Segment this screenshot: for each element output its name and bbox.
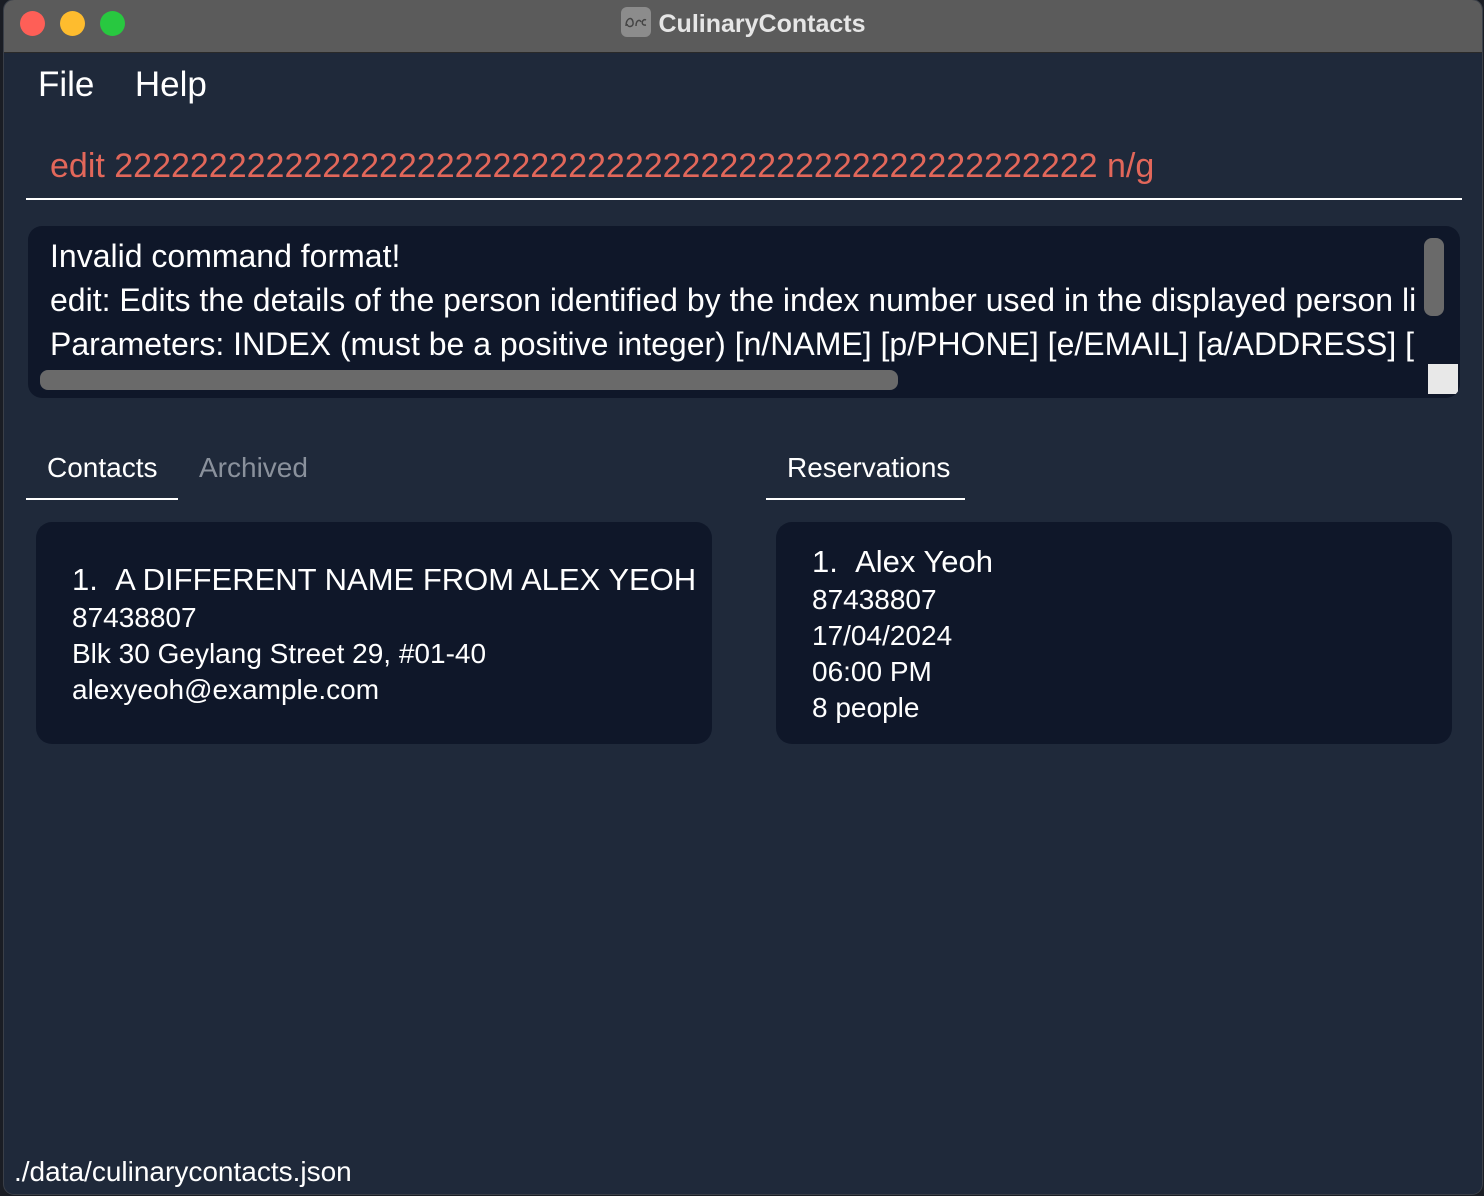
reservation-index: 1. (812, 544, 838, 579)
reservation-pax: 8 people (812, 692, 920, 723)
app-logo-icon (620, 7, 651, 38)
reservation-name: 1. Alex Yeoh (812, 544, 993, 580)
tab-contacts[interactable]: Contacts (47, 446, 158, 490)
menu-bar: File Help (38, 60, 243, 110)
tab-reservations[interactable]: Reservations (787, 446, 950, 490)
result-line-2: edit: Edits the details of the person id… (50, 282, 1417, 318)
contact-email: alexyeoh@example.com (72, 674, 380, 705)
horizontal-scrollbar[interactable] (40, 370, 898, 390)
reservation-date: 17/04/2024 (812, 620, 953, 651)
menu-help[interactable]: Help (135, 60, 207, 110)
reservation-name-text: Alex Yeoh (855, 544, 994, 579)
menu-file[interactable]: File (38, 60, 94, 110)
window-title-group: CulinaryContacts (4, 7, 1482, 40)
contact-phone: 87438807 (72, 602, 197, 633)
scrollbar-corner (1428, 364, 1458, 394)
tab-contacts-underline (26, 498, 178, 500)
command-input-text[interactable]: edit 22222222222222222222222222222222222… (50, 142, 1154, 190)
title-bar[interactable]: CulinaryContacts (4, 0, 1482, 53)
contact-name-text: A DIFFERENT NAME FROM ALEX YEOH (115, 562, 697, 597)
contact-card[interactable]: 1. A DIFFERENT NAME FROM ALEX YEOH 87438… (36, 522, 712, 744)
command-input[interactable]: edit 22222222222222222222222222222222222… (26, 138, 1462, 200)
vertical-scrollbar[interactable] (1424, 238, 1444, 316)
reservation-phone: 87438807 (812, 584, 937, 615)
result-line-3: Parameters: INDEX (must be a positive in… (50, 326, 1415, 362)
app-window: CulinaryContacts File Help edit 22222222… (4, 0, 1482, 1194)
status-bar-file-path: ./data/culinarycontacts.json (14, 1156, 352, 1187)
window-title: CulinaryContacts (658, 10, 866, 38)
contact-index: 1. (72, 562, 98, 597)
reservation-card[interactable]: 1. Alex Yeoh 87438807 17/04/2024 06:00 P… (776, 522, 1452, 744)
result-display[interactable]: Invalid command format! edit: Edits the … (28, 226, 1460, 398)
contact-address: Blk 30 Geylang Street 29, #01-40 (72, 638, 487, 669)
reservation-time: 06:00 PM (812, 656, 932, 687)
contact-name: 1. A DIFFERENT NAME FROM ALEX YEOH (72, 562, 696, 598)
tab-reservations-underline (766, 498, 965, 500)
result-line-1: Invalid command format! (50, 238, 401, 274)
tab-archived[interactable]: Archived (199, 446, 308, 490)
